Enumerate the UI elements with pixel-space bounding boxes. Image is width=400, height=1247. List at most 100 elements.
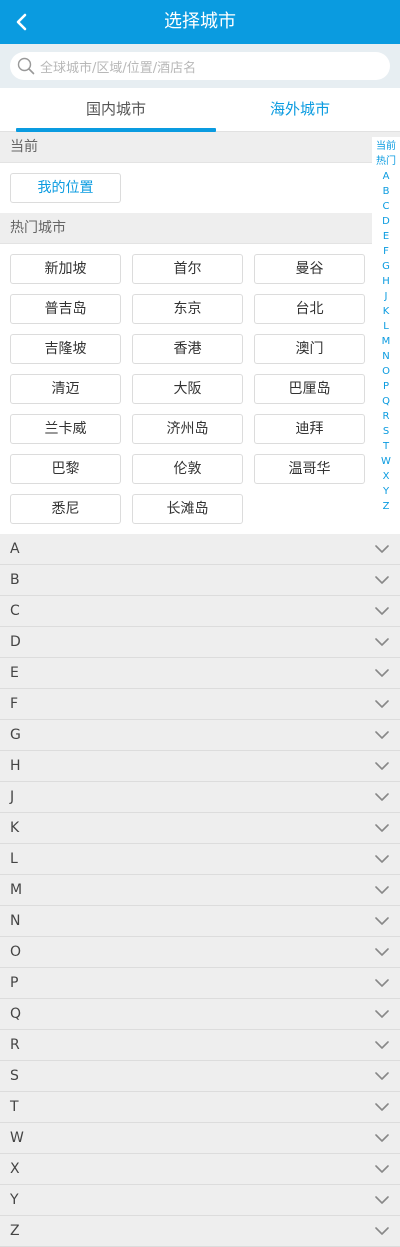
chevron-down-icon bbox=[375, 948, 389, 956]
hot-city-button[interactable]: 巴厘岛 bbox=[254, 374, 365, 404]
index-letter[interactable]: A bbox=[383, 169, 390, 184]
alphabet-section-row[interactable]: R bbox=[0, 1030, 400, 1061]
hot-city-button[interactable]: 曼谷 bbox=[254, 254, 365, 284]
hot-city-button[interactable]: 长滩岛 bbox=[132, 494, 243, 524]
chevron-down-icon bbox=[375, 731, 389, 739]
hot-city-button[interactable]: 首尔 bbox=[132, 254, 243, 284]
hot-city-button[interactable]: 悉尼 bbox=[10, 494, 121, 524]
section-letter: K bbox=[10, 820, 20, 836]
section-letter: A bbox=[10, 541, 20, 557]
hot-city-button[interactable]: 济州岛 bbox=[132, 414, 243, 444]
hot-city-button[interactable]: 伦敦 bbox=[132, 454, 243, 484]
alphabet-section-row[interactable]: A bbox=[0, 534, 400, 565]
search-bar: 全球城市/区域/位置/酒店名 bbox=[0, 44, 400, 88]
hot-city-button[interactable]: 温哥华 bbox=[254, 454, 365, 484]
alphabet-section-row[interactable]: T bbox=[0, 1092, 400, 1123]
hot-city-button[interactable]: 台北 bbox=[254, 294, 365, 324]
index-letter[interactable]: N bbox=[382, 349, 389, 364]
section-letter: P bbox=[10, 975, 19, 991]
index-letter[interactable]: Q bbox=[382, 394, 390, 409]
hot-city-button[interactable]: 兰卡威 bbox=[10, 414, 121, 444]
alphabet-section-row[interactable]: B bbox=[0, 565, 400, 596]
hot-city-button[interactable]: 东京 bbox=[132, 294, 243, 324]
alphabet-section-row[interactable]: N bbox=[0, 906, 400, 937]
alphabet-section-row[interactable]: J bbox=[0, 782, 400, 813]
index-letter[interactable]: 热门 bbox=[376, 154, 396, 169]
hot-city-button[interactable]: 普吉岛 bbox=[10, 294, 121, 324]
chevron-down-icon bbox=[375, 607, 389, 615]
chevron-down-icon bbox=[375, 1196, 389, 1204]
tab-bar: 国内城市 海外城市 bbox=[0, 88, 400, 132]
search-input[interactable]: 全球城市/区域/位置/酒店名 bbox=[10, 52, 390, 80]
alphabet-section-row[interactable]: W bbox=[0, 1123, 400, 1154]
alphabet-section-row[interactable]: D bbox=[0, 627, 400, 658]
index-letter[interactable]: O bbox=[382, 364, 390, 379]
chevron-down-icon bbox=[375, 638, 389, 646]
index-letter[interactable]: R bbox=[383, 409, 390, 424]
section-letter: T bbox=[10, 1099, 19, 1115]
alphabet-section-row[interactable]: M bbox=[0, 875, 400, 906]
alphabet-section-row[interactable]: Y bbox=[0, 1185, 400, 1216]
index-letter[interactable]: Y bbox=[383, 484, 389, 499]
section-letter: S bbox=[10, 1068, 19, 1084]
chevron-down-icon bbox=[375, 700, 389, 708]
alphabet-section-row[interactable]: K bbox=[0, 813, 400, 844]
section-header-hot: 热门城市 bbox=[0, 213, 400, 244]
index-letter[interactable]: J bbox=[385, 289, 388, 304]
index-letter[interactable]: D bbox=[382, 214, 390, 229]
hot-city-button[interactable]: 迪拜 bbox=[254, 414, 365, 444]
index-letter[interactable]: G bbox=[382, 259, 390, 274]
index-letter[interactable]: M bbox=[382, 334, 391, 349]
index-letter[interactable]: W bbox=[381, 454, 391, 469]
index-letter[interactable]: F bbox=[383, 244, 389, 259]
hot-city-button[interactable]: 澳门 bbox=[254, 334, 365, 364]
index-letter[interactable]: E bbox=[383, 229, 389, 244]
section-letter: M bbox=[10, 882, 23, 898]
index-letter[interactable]: K bbox=[383, 304, 390, 319]
hot-city-button[interactable]: 香港 bbox=[132, 334, 243, 364]
alphabet-section-row[interactable]: Q bbox=[0, 999, 400, 1030]
hot-city-button[interactable]: 大阪 bbox=[132, 374, 243, 404]
section-letter: Y bbox=[10, 1192, 19, 1208]
chevron-down-icon bbox=[375, 762, 389, 770]
my-location-button[interactable]: 我的位置 bbox=[10, 173, 121, 203]
hot-city-button[interactable]: 吉隆坡 bbox=[10, 334, 121, 364]
alphabet-section-row[interactable]: H bbox=[0, 751, 400, 782]
section-letter: F bbox=[10, 696, 19, 712]
index-letter[interactable]: C bbox=[383, 199, 390, 214]
hot-city-button[interactable]: 清迈 bbox=[10, 374, 121, 404]
search-placeholder: 全球城市/区域/位置/酒店名 bbox=[40, 60, 197, 76]
alphabet-section-row[interactable]: O bbox=[0, 937, 400, 968]
alphabet-section-row[interactable]: L bbox=[0, 844, 400, 875]
alphabet-section-row[interactable]: G bbox=[0, 720, 400, 751]
chevron-down-icon bbox=[375, 1134, 389, 1142]
index-letter[interactable]: Z bbox=[383, 499, 390, 514]
section-letter: N bbox=[10, 913, 21, 929]
search-icon bbox=[16, 56, 36, 76]
tab-domestic[interactable]: 国内城市 bbox=[16, 88, 216, 132]
hot-city-button[interactable]: 新加坡 bbox=[10, 254, 121, 284]
alphabet-section-row[interactable]: P bbox=[0, 968, 400, 999]
alphabet-index-bar[interactable]: 当前 热门 A B C D E F G H J K L M N O P Q R S T W X Y Z bbox=[372, 137, 400, 514]
section-letter: H bbox=[10, 758, 21, 774]
tab-overseas[interactable]: 海外城市 bbox=[216, 88, 384, 132]
index-letter[interactable]: H bbox=[382, 274, 390, 289]
alphabet-section-row[interactable]: E bbox=[0, 658, 400, 689]
index-letter[interactable]: L bbox=[383, 319, 389, 334]
section-letter: B bbox=[10, 572, 20, 588]
hot-city-button[interactable]: 巴黎 bbox=[10, 454, 121, 484]
chevron-down-icon bbox=[375, 669, 389, 677]
section-letter: C bbox=[10, 603, 20, 619]
index-letter[interactable]: B bbox=[383, 184, 390, 199]
alphabet-section-row[interactable]: Z bbox=[0, 1216, 400, 1247]
index-letter[interactable]: 当前 bbox=[376, 139, 396, 154]
alphabet-section-row[interactable]: X bbox=[0, 1154, 400, 1185]
alphabet-section-row[interactable]: S bbox=[0, 1061, 400, 1092]
index-letter[interactable]: T bbox=[383, 439, 389, 454]
index-letter[interactable]: S bbox=[383, 424, 389, 439]
index-letter[interactable]: X bbox=[383, 469, 390, 484]
chevron-down-icon bbox=[375, 1010, 389, 1018]
alphabet-section-row[interactable]: C bbox=[0, 596, 400, 627]
index-letter[interactable]: P bbox=[383, 379, 389, 394]
alphabet-section-row[interactable]: F bbox=[0, 689, 400, 720]
